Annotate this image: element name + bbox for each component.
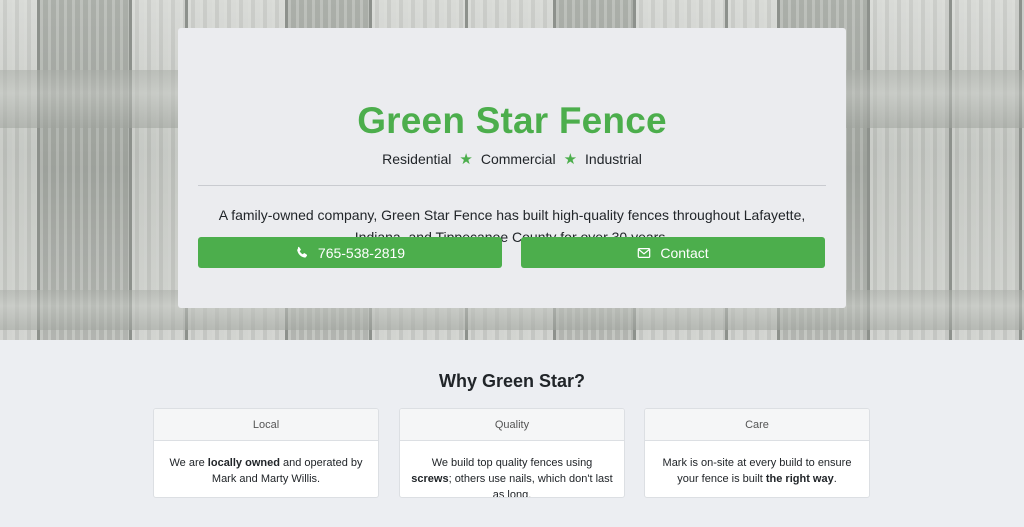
phone-label: 765-538-2819 <box>317 244 406 261</box>
star-icon: ★ <box>563 150 578 168</box>
star-icon: ★ <box>459 150 473 168</box>
feature-text-post: . <box>833 473 837 485</box>
contact-button[interactable]: Contact <box>521 237 825 268</box>
divider <box>198 185 826 186</box>
feature-text-bold: the right way <box>765 473 834 485</box>
phone-button[interactable]: 765-538-2819 <box>198 237 502 268</box>
envelope-icon <box>638 247 651 258</box>
feature-card-quality: Quality We build top quality fences usin… <box>399 408 625 498</box>
feature-text: We build top quality fences using screws… <box>400 441 624 498</box>
feature-text-pre: We are <box>169 457 208 469</box>
feature-title: Local <box>154 409 378 441</box>
feature-card-local: Local We are locally owned and operated … <box>153 408 379 498</box>
tag-residential: Residential <box>382 151 452 167</box>
feature-text-bold: screws <box>411 473 449 485</box>
feature-text-pre: We build top quality fences using <box>431 457 593 469</box>
feature-text: We are locally owned and operated by Mar… <box>154 441 378 487</box>
feature-title: Quality <box>400 409 624 441</box>
feature-text-post: ; others use nails, which don't last as … <box>448 473 613 498</box>
phone-icon <box>297 246 307 258</box>
why-heading: Why Green Star? <box>438 371 586 391</box>
brand-title: Green Star Fence <box>357 100 667 141</box>
tag-industrial: Industrial <box>585 151 642 167</box>
hero-section: Green Star Fence Residential ★ Commercia… <box>0 0 1024 340</box>
feature-title: Care <box>645 409 869 441</box>
feature-text-bold: locally owned <box>207 457 280 469</box>
service-tags: Residential ★ Commercial ★ Industrial <box>178 151 846 167</box>
feature-text: Mark is on-site at every build to ensure… <box>645 441 869 487</box>
tag-commercial: Commercial <box>480 151 556 167</box>
contact-label: Contact <box>660 244 709 261</box>
feature-card-care: Care Mark is on-site at every build to e… <box>644 408 870 498</box>
